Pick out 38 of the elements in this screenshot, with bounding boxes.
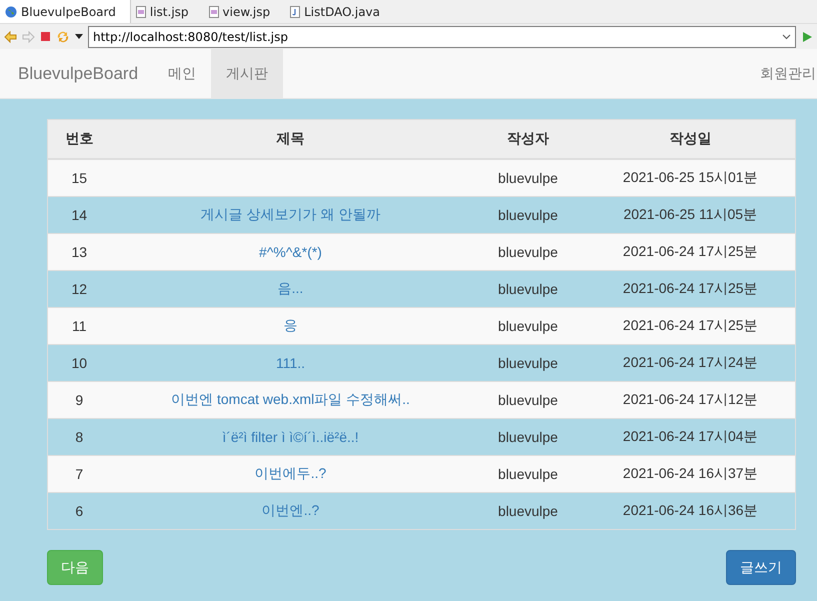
post-title-link[interactable]: 게시글 상세보기가 왜 안될까 [200, 206, 380, 222]
post-title-link[interactable]: 이번엔..? [262, 502, 320, 518]
file-icon [290, 6, 300, 18]
nav-link[interactable]: 게시판 [211, 49, 284, 98]
play-icon[interactable] [801, 30, 813, 43]
back-icon[interactable] [4, 30, 17, 43]
stop-icon[interactable] [40, 31, 51, 42]
date-cell: 2021-06-24 16시36분 [586, 492, 796, 530]
post-title-link[interactable]: #^%^&*(*) [259, 244, 322, 260]
editor-tab[interactable]: ListDAO.java [285, 0, 396, 24]
next-button[interactable]: 다음 [47, 550, 103, 585]
post-title-link[interactable]: 이번엔 tomcat web.xml파일 수정해써.. [171, 391, 410, 407]
column-header: 제목 [110, 120, 470, 159]
editor-tab[interactable]: BluevulpeBoard [0, 0, 131, 24]
globe-icon [5, 6, 17, 18]
post-title-link[interactable]: 이번에두..? [254, 465, 326, 481]
nav-link[interactable]: 메인 [153, 49, 212, 98]
file-icon [208, 6, 219, 18]
author-cell: bluevulpe [470, 492, 586, 530]
refresh-icon[interactable] [56, 30, 70, 44]
forward-icon[interactable] [22, 30, 35, 43]
chevron-down-icon[interactable] [782, 34, 791, 40]
column-header: 번호 [48, 120, 110, 159]
post-title-link[interactable]: 111.. [276, 355, 306, 371]
write-button[interactable]: 글쓰기 [726, 550, 796, 585]
brand-title[interactable]: BluevulpeBoard [18, 49, 138, 98]
editor-tab[interactable]: list.jsp [130, 0, 204, 24]
address-field[interactable]: http://localhost:8080/test/list.jsp [88, 26, 796, 48]
caret-icon[interactable] [75, 34, 83, 40]
file-icon [136, 6, 146, 18]
post-title-link[interactable]: ì´ë²ì filter ì ì©í´ì..ië²ë..! [222, 429, 359, 445]
post-title-link[interactable]: 응 [284, 317, 298, 333]
nav-link[interactable]: 회원관리 [760, 49, 817, 98]
column-header: 작성자 [470, 120, 586, 159]
editor-tab[interactable]: view.jsp [204, 0, 286, 24]
column-header: 작성일 [586, 120, 796, 159]
number-cell: 6 [48, 492, 110, 530]
post-title-link[interactable]: 음... [278, 280, 304, 296]
